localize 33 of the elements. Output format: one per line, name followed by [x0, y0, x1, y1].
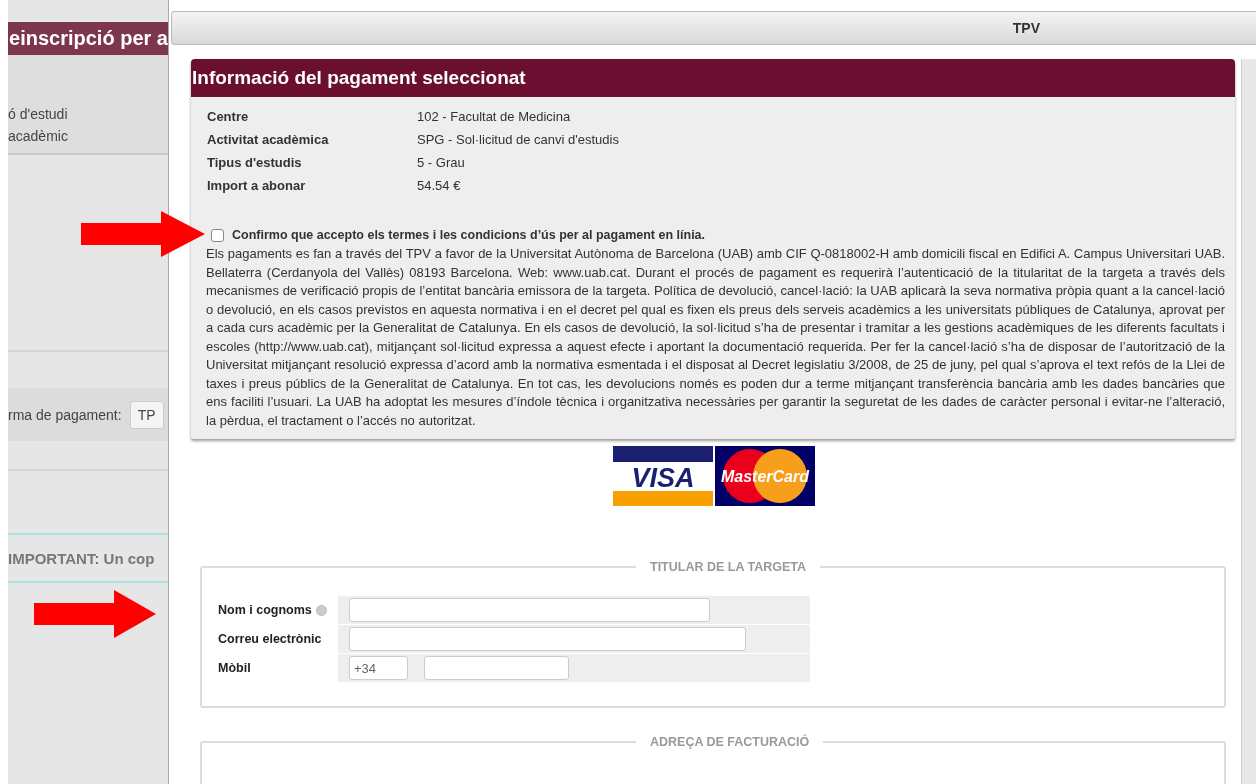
- info-label: Centre: [207, 108, 250, 126]
- field-label: Mòbil: [218, 661, 251, 675]
- phone-field[interactable]: [424, 656, 569, 680]
- field-label: Correu electrònic: [218, 632, 322, 646]
- info-label: Tipus d'estudis: [207, 154, 303, 172]
- section-legend: ADREÇA DE FACTURACIÓ: [636, 735, 824, 749]
- info-value: 102 - Facultat de Medicina: [417, 108, 572, 126]
- arrow-icon: [81, 211, 205, 257]
- email-field[interactable]: [349, 627, 746, 651]
- section-legend: TITULAR DE LA TARGETA: [636, 560, 820, 574]
- menu-item[interactable]: acadèmic: [8, 125, 168, 147]
- scrollbar[interactable]: [1241, 59, 1256, 784]
- info-value: SPG - Sol·licitud de canvi d'estudis: [417, 131, 620, 149]
- dialog-title: TPV: [1012, 20, 1040, 36]
- info-value: 5 - Grau: [417, 154, 466, 172]
- arrow-icon: [34, 590, 156, 638]
- info-label: Activitat acadèmica: [207, 131, 330, 149]
- terms-checkbox[interactable]: [211, 228, 224, 242]
- field-label: rma de pagament:: [8, 406, 122, 423]
- legal-text: Els pagaments es fan a través del TPV a favor de la Universitat Autònoma de Barcelona (UAB) amb CIF Q-0818002-H amb domicili fiscal en Edifici A. Campus Universitari UAB. Bellaterra (Cerdanyola del Vallès) 08193 Barcelona. Web: www.uab.cat. Durant el procés de pagament es requerirà l’autenticació de la titularitat de la targeta a través dels mecanismes de verificació propis de l’entitat bancària emissora de la targeta. Política de devolució, cancel·lació: la UAB aplicarà la seva normativa pròpia quant a la cancel·lació o devolució, en els casos previstos en aquesta normativa i en el decret pel qual es fixen els preus dels serveis acadèmics a les universitats públiques de Catalunya, aprovat per a cada curs acadèmic per la Generalitat de Catalunya. En els casos de devolució, la sol·licitud s’ha de presentar i tramitar a les gestions acadèmiques de les diferents facultats i escoles (http://www.uab.cat), mitjançant sol·licitud expressa a aquest efecte i aportant la documentació requerida. Per fer la cancel·lació s’ha de disposar de l’autorització de la Universitat mitjançant resolució expressa d’acord amb la normativa esmentada i el disposat al Decret legislatiu 3/2008, de 25 de juny, pel qual s’aprova el text refós de la Llei de taxes i preus públics de la Generalitat de Catalunya. En tot cas, les devolucions només es poden dur a terme mitjançant transferència bancària amb les dades bancàries que ens faciliti l’usuari. La UAB ha adoptat les mesures d’índole tècnica i organitzativa necessàries per garantir la seguretat de les dades de caràcter personal i evitar-ne l’alteració, la pèrdua, el tractament o l’accés no autoritzat.: [206, 245, 1225, 430]
- info-icon[interactable]: [315, 604, 327, 616]
- visa-logo: VISA: [613, 446, 713, 506]
- notice-text: IMPORTANT: Un cop: [8, 549, 155, 567]
- page-title: einscripció per a: [9, 27, 168, 50]
- name-field[interactable]: [349, 598, 710, 622]
- info-value: 54.54 €: [417, 177, 462, 195]
- terms-label[interactable]: Confirmo que accepto els termes i les condicions d’ús per al pagament en línia.: [232, 228, 706, 242]
- panel-title: Informació del pagament seleccionat: [192, 67, 526, 89]
- field-label: Nom i cognoms: [218, 603, 312, 617]
- info-label: Import a abonar: [207, 177, 307, 195]
- payment-select[interactable]: TP: [129, 400, 164, 429]
- prefix-field[interactable]: +34: [349, 656, 408, 680]
- menu-item[interactable]: ó d'estudi: [8, 103, 168, 125]
